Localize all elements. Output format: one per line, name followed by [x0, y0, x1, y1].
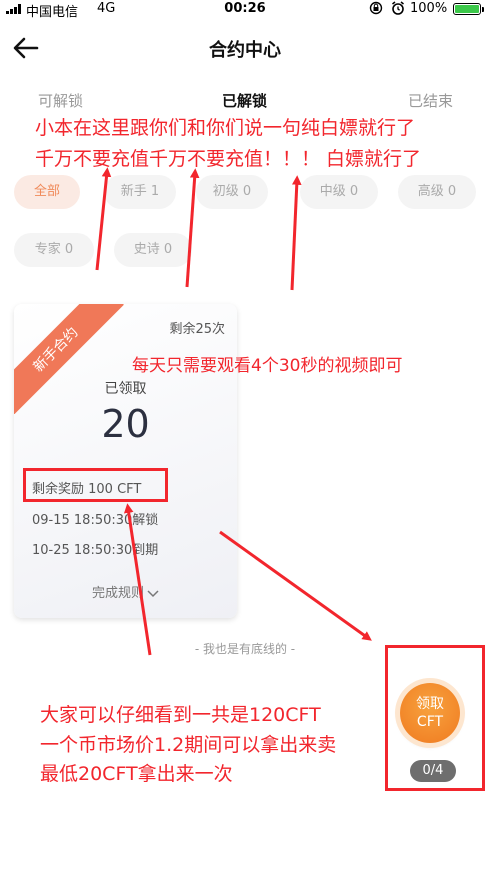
arrow-to-claim [219, 530, 372, 641]
annotation-line1: 小本在这里跟你们和你们说一句纯白嫖就行了 [35, 117, 416, 139]
remaining-times: 剩余25次 [169, 322, 225, 337]
battery-icon [453, 3, 484, 15]
filter-all[interactable]: 全部 [14, 175, 80, 209]
filter-epic[interactable]: 史诗 0 [114, 233, 192, 267]
tab-ended[interactable]: 已结束 [408, 90, 453, 111]
tab-unlockable[interactable]: 可解锁 [38, 90, 83, 111]
page-title: 合约中心 [209, 40, 281, 61]
expire-time: 10-25 18:50:30到期 [32, 543, 159, 558]
tab-unlocked[interactable]: 已解锁 [222, 90, 267, 111]
filter-advanced[interactable]: 高级 0 [398, 175, 476, 209]
annotation-line2: 千万不要充值千万不要充值！！！ 白嫖就行了 [35, 148, 422, 170]
arrow-to-junior [185, 168, 200, 288]
annotation-middle: 每天只需要观看4个30秒的视频即可 [132, 356, 403, 376]
alarm-icon [391, 1, 405, 19]
annotation-bottom3: 最低20CFT拿出来一次 [40, 763, 233, 785]
received-label: 已领取 [104, 381, 147, 397]
filter-intermediate[interactable]: 中级 0 [300, 175, 378, 209]
arrow-to-advanced [290, 175, 302, 291]
annotation-bottom2: 一个币市场价1.2期间可以拿出来卖 [40, 734, 337, 756]
annotation-bottom1: 大家可以仔细看到一共是120CFT [40, 704, 321, 726]
unlock-time: 09-15 18:50:30解锁 [32, 513, 159, 528]
rules-label: 完成规则 [91, 586, 144, 601]
orientation-lock-icon [369, 1, 383, 19]
status-bar: 中国电信 4G 00:26 100% [0, 0, 490, 20]
filter-expert[interactable]: 专家 0 [14, 233, 94, 267]
filter-junior[interactable]: 初级 0 [196, 175, 268, 209]
battery-percentage: 100% [410, 1, 448, 16]
annotation-box-reward [23, 468, 168, 502]
filter-novice[interactable]: 新手 1 [104, 175, 176, 209]
completion-rules-toggle[interactable]: 完成规则 [14, 582, 237, 601]
annotation-box-claim [385, 645, 485, 791]
chevron-down-icon [147, 589, 159, 597]
received-amount: 20 [101, 402, 150, 446]
